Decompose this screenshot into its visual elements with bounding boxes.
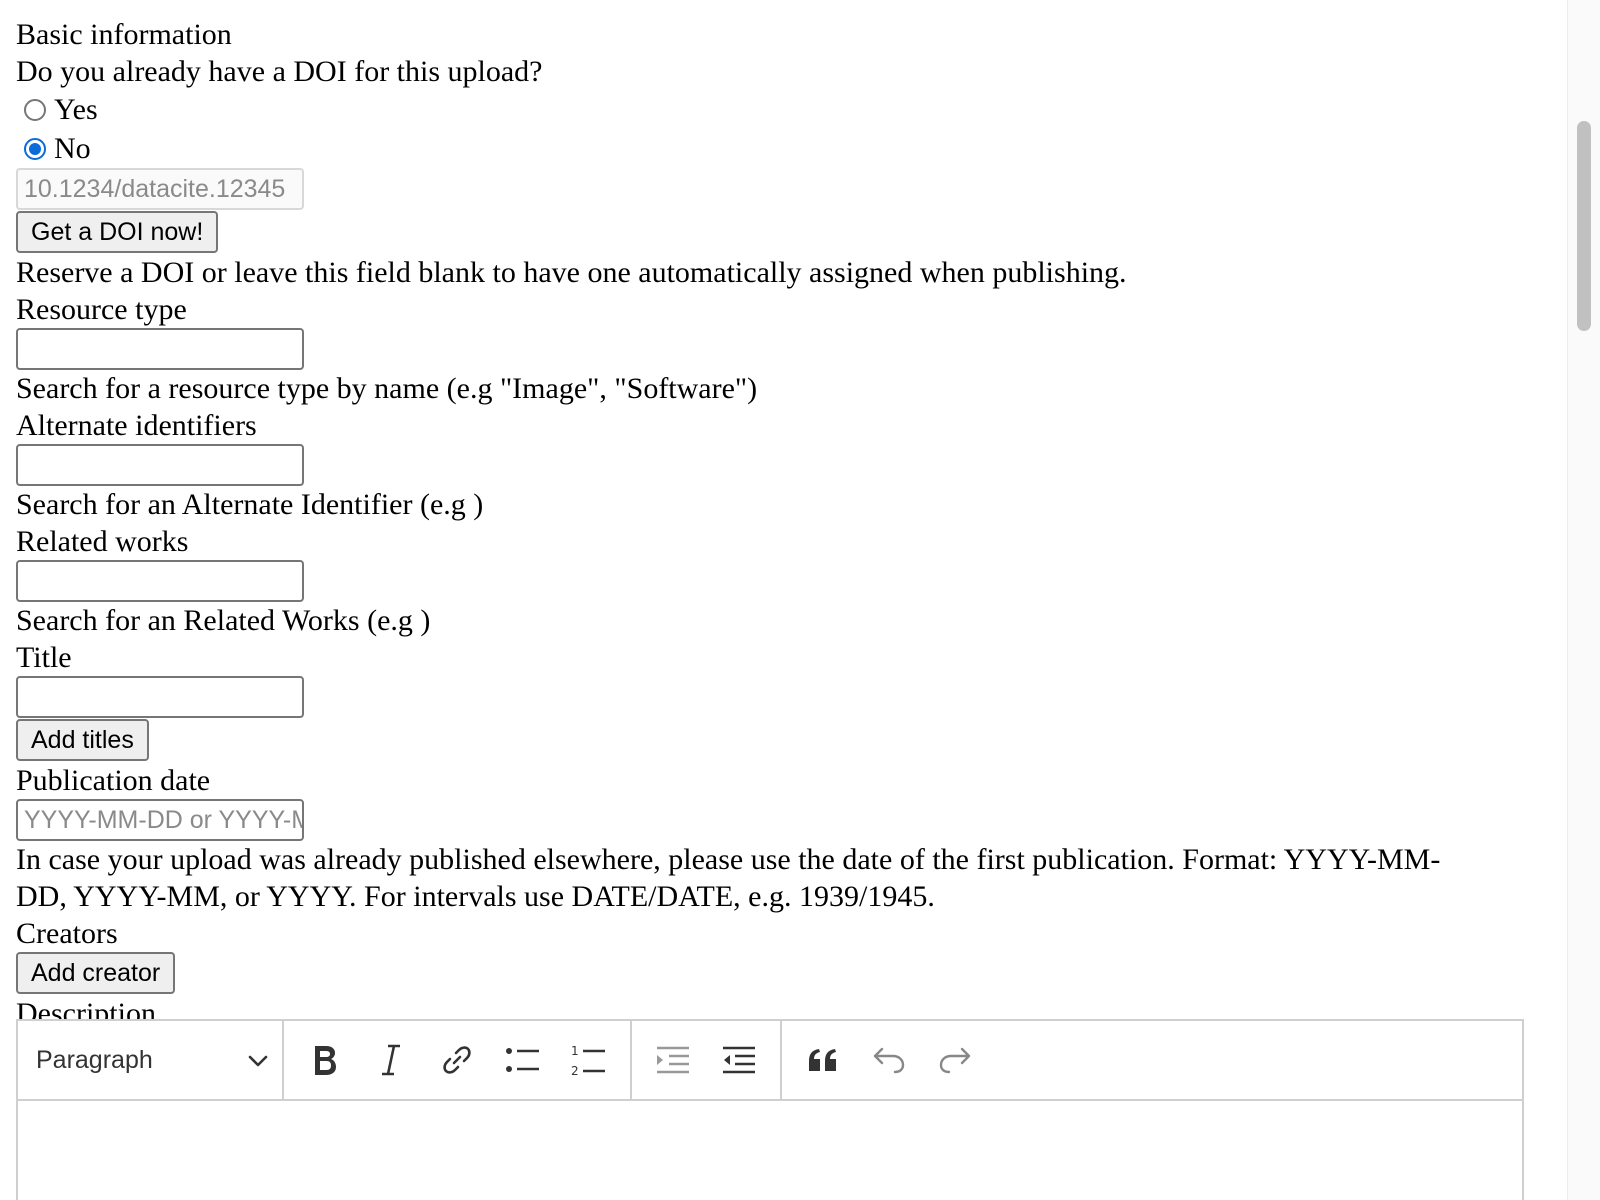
alternate-identifiers-help-text: Search for an Alternate Identifier (e.g …: [16, 488, 484, 521]
svg-text:1: 1: [571, 1044, 579, 1058]
doi-yes-radio[interactable]: [24, 98, 46, 121]
doi-option-yes[interactable]: Yes: [16, 90, 1556, 129]
title-input[interactable]: [16, 676, 304, 718]
add-creator-button[interactable]: Add creator: [16, 952, 176, 994]
chevron-down-icon: [248, 1046, 268, 1075]
get-doi-button[interactable]: Get a DOI now!: [16, 211, 219, 253]
outdent-icon[interactable]: [706, 1030, 772, 1090]
doi-question: Do you already have a DOI for this uploa…: [16, 55, 543, 88]
bulleted-list-icon[interactable]: [490, 1030, 556, 1090]
doi-help-text: Reserve a DOI or leave this field blank …: [16, 256, 1127, 289]
upload-form: Basic information Do you already have a …: [16, 16, 1556, 1032]
redo-icon[interactable]: [922, 1030, 988, 1090]
alternate-identifiers-input[interactable]: [16, 444, 304, 486]
publication-date-label: Publication date: [16, 764, 211, 797]
creators-label: Creators: [16, 917, 118, 950]
related-works-input[interactable]: [16, 560, 304, 602]
publication-date-help-line-2: DD, YYYY-MM, or YYYY. For intervals use …: [16, 880, 935, 913]
add-titles-button[interactable]: Add titles: [16, 719, 149, 761]
heading-dropdown[interactable]: Paragraph: [18, 1046, 282, 1075]
undo-icon[interactable]: [856, 1030, 922, 1090]
bold-icon[interactable]: [292, 1030, 358, 1090]
doi-yes-label: Yes: [54, 92, 98, 126]
description-editor: Paragraph 12: [16, 1019, 1524, 1200]
resource-type-label: Resource type: [16, 293, 187, 326]
doi-no-label: No: [54, 131, 91, 165]
indent-icon[interactable]: [640, 1030, 706, 1090]
link-icon[interactable]: [424, 1030, 490, 1090]
vertical-scrollbar[interactable]: [1567, 0, 1600, 1200]
editor-toolbar: Paragraph 12: [18, 1021, 1522, 1101]
publication-date-input[interactable]: YYYY-MM-DD or YYYY-MM-DD/YYYY-MM-DD: [16, 799, 304, 841]
publication-date-help-line-1: In case your upload was already publishe…: [16, 843, 1441, 876]
section-title: Basic information: [16, 18, 232, 51]
doi-no-radio[interactable]: [24, 137, 46, 160]
svg-text:2: 2: [571, 1064, 579, 1077]
related-works-help-text: Search for an Related Works (e.g ): [16, 604, 431, 637]
resource-type-input[interactable]: [16, 328, 304, 370]
editor-content-area[interactable]: [18, 1101, 1522, 1200]
doi-option-no[interactable]: No: [16, 129, 1556, 168]
heading-dropdown-value: Paragraph: [36, 1045, 153, 1074]
italic-icon[interactable]: [358, 1030, 424, 1090]
scrollbar-thumb[interactable]: [1577, 121, 1591, 331]
alternate-identifiers-label: Alternate identifiers: [16, 409, 257, 442]
numbered-list-icon[interactable]: 12: [556, 1030, 622, 1090]
resource-type-help-text: Search for a resource type by name (e.g …: [16, 372, 758, 405]
doi-input[interactable]: 10.1234/datacite.12345: [16, 168, 304, 210]
block-quote-icon[interactable]: [790, 1030, 856, 1090]
related-works-label: Related works: [16, 525, 189, 558]
title-label: Title: [16, 641, 72, 674]
